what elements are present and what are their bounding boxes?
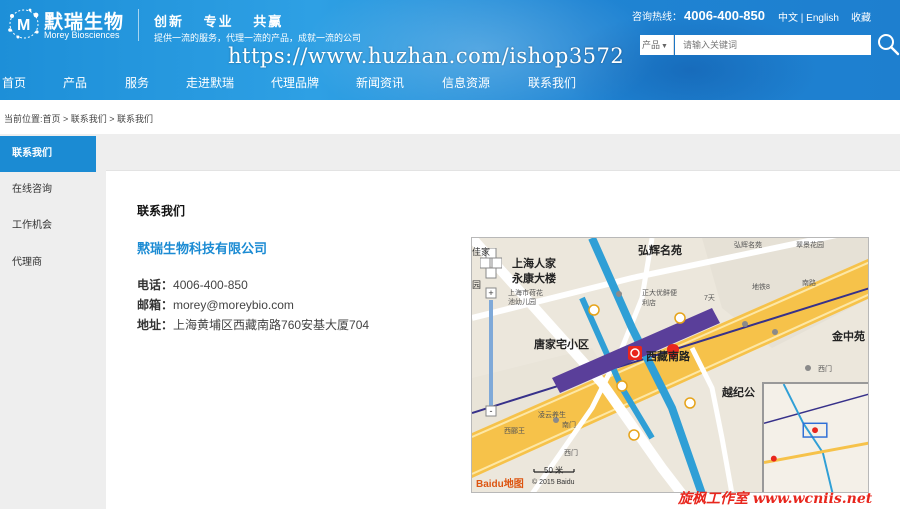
nav-item-about[interactable]: 走进默瑞 — [186, 74, 234, 91]
map-label: 利店 — [642, 300, 656, 307]
map-label: 金中苑 — [832, 331, 865, 343]
hotline-label: 咨询热线： — [632, 12, 682, 23]
nav-item-news[interactable]: 新闻资讯 — [356, 74, 404, 91]
map-label: 南门 — [562, 422, 576, 429]
sidebar-item-agents[interactable]: 代理商 — [0, 245, 106, 281]
search-icon[interactable] — [876, 32, 900, 56]
map-scale: 50 米 — [544, 466, 564, 475]
content-header-bar — [106, 134, 900, 170]
map-label: 地铁8 — [752, 284, 770, 291]
svg-text:+: + — [488, 288, 493, 298]
contact-address: 地址：上海黄埔区西藏南路760安基大厦704 — [137, 316, 369, 333]
map-label: 越纪公 — [722, 387, 755, 399]
contact-phone: 电话：4006-400-850 — [137, 276, 248, 293]
nav-item-home[interactable]: 首页 — [2, 74, 26, 91]
map-label: 南路 — [802, 280, 816, 287]
map-label: 凌云养生 — [538, 412, 566, 419]
section-title: 联系我们 — [137, 204, 186, 218]
location-map[interactable]: + - 上海人家 永康大楼 上海市荷花 池幼儿园 弘辉名苑 弘辉名苑 翠景花园 … — [471, 237, 869, 493]
sidebar-item-online-consult[interactable]: 在线咨询 — [0, 172, 106, 208]
map-zoom-control[interactable]: + - — [480, 248, 502, 418]
map-label: 唐家宅小区 — [534, 339, 589, 351]
search-category-select[interactable]: 产品▼ — [640, 35, 674, 55]
phone-value: 4006-400-850 — [173, 278, 248, 292]
breadcrumb[interactable]: 当前位置:首页 > 联系我们 > 联系我们 — [4, 112, 153, 125]
slogan-subtitle: 提供一流的服务，代理一流的产品，成就一流的公司 — [154, 33, 362, 43]
map-label: 翠景花园 — [796, 242, 824, 249]
map-copyright: © 2015 Baidu — [532, 479, 575, 486]
site-header: M 默瑞生物 Morey Biosciences 创新 专业 共赢 提供一流的服… — [0, 0, 900, 100]
map-label: 上海人家 — [512, 258, 556, 270]
map-label: 园 — [472, 280, 482, 290]
language-switch[interactable]: 中文 | English — [778, 9, 839, 24]
svg-text:M: M — [17, 17, 30, 34]
map-label: 西藏南路 — [646, 351, 690, 363]
baidu-map-logo[interactable]: Baidu地图 — [476, 475, 524, 490]
company-name: 黙瑞生物科技有限公司 — [137, 241, 268, 256]
map-label: 池幼儿园 — [508, 299, 536, 306]
hotline-number: 4006-400-850 — [684, 8, 765, 23]
sidebar-item-jobs[interactable]: 工作机会 — [0, 208, 106, 244]
svg-text:-: - — [490, 406, 493, 416]
hotline: 咨询热线： 4006-400-850 — [632, 8, 765, 23]
map-label: 西门 — [818, 366, 832, 373]
brand-name-en: Morey Biosciences — [44, 30, 120, 40]
watermark-url: https://www.huzhan.com/ishop3572 — [228, 44, 625, 68]
map-overview[interactable] — [762, 382, 869, 493]
sidebar: 联系我们 在线咨询 工作机会 代理商 — [0, 134, 106, 509]
map-label: 西门 — [564, 450, 578, 457]
chevron-down-icon: ▼ — [661, 43, 668, 50]
phone-label: 电话： — [137, 278, 174, 292]
address-value: 上海黄埔区西藏南路760安基大厦704 — [173, 318, 370, 332]
map-label: 永康大楼 — [512, 273, 556, 285]
search-category-label: 产品 — [642, 40, 661, 50]
nav-item-products[interactable]: 产品 — [63, 74, 87, 91]
map-label: 佳家 — [472, 247, 491, 257]
nav-item-services[interactable]: 服务 — [125, 74, 149, 91]
search-input[interactable] — [675, 35, 871, 55]
email-value: morey@moreybio.com — [173, 298, 294, 312]
address-label: 地址： — [137, 318, 174, 332]
nav-item-contact[interactable]: 联系我们 — [528, 74, 576, 91]
map-label: 正大优鲜便 — [642, 290, 677, 297]
contact-email: 邮箱：morey@moreybio.com — [137, 296, 294, 313]
email-label: 邮箱： — [137, 298, 174, 312]
sidebar-item-contact[interactable]: 联系我们 — [0, 136, 96, 172]
molecule-logo-icon[interactable]: M — [4, 6, 44, 42]
favorite-link[interactable]: 收藏 — [851, 9, 871, 24]
nav-item-resources[interactable]: 信息资源 — [442, 74, 490, 91]
map-label: 弘辉名苑 — [734, 242, 762, 249]
main-nav: 首页 产品 服务 走进默瑞 代理品牌 新闻资讯 信息资源 联系我们 — [0, 70, 900, 96]
watermark-bottom: 旋枫工作室 www.wcniis.net — [678, 491, 873, 507]
map-label: 7天 — [704, 295, 715, 302]
nav-item-brands[interactable]: 代理品牌 — [271, 74, 319, 91]
divider — [138, 9, 139, 41]
map-label: 弘辉名苑 — [638, 245, 682, 257]
slogan: 创新 专业 共赢 — [154, 14, 284, 29]
map-label: 西郦王 — [504, 428, 525, 435]
